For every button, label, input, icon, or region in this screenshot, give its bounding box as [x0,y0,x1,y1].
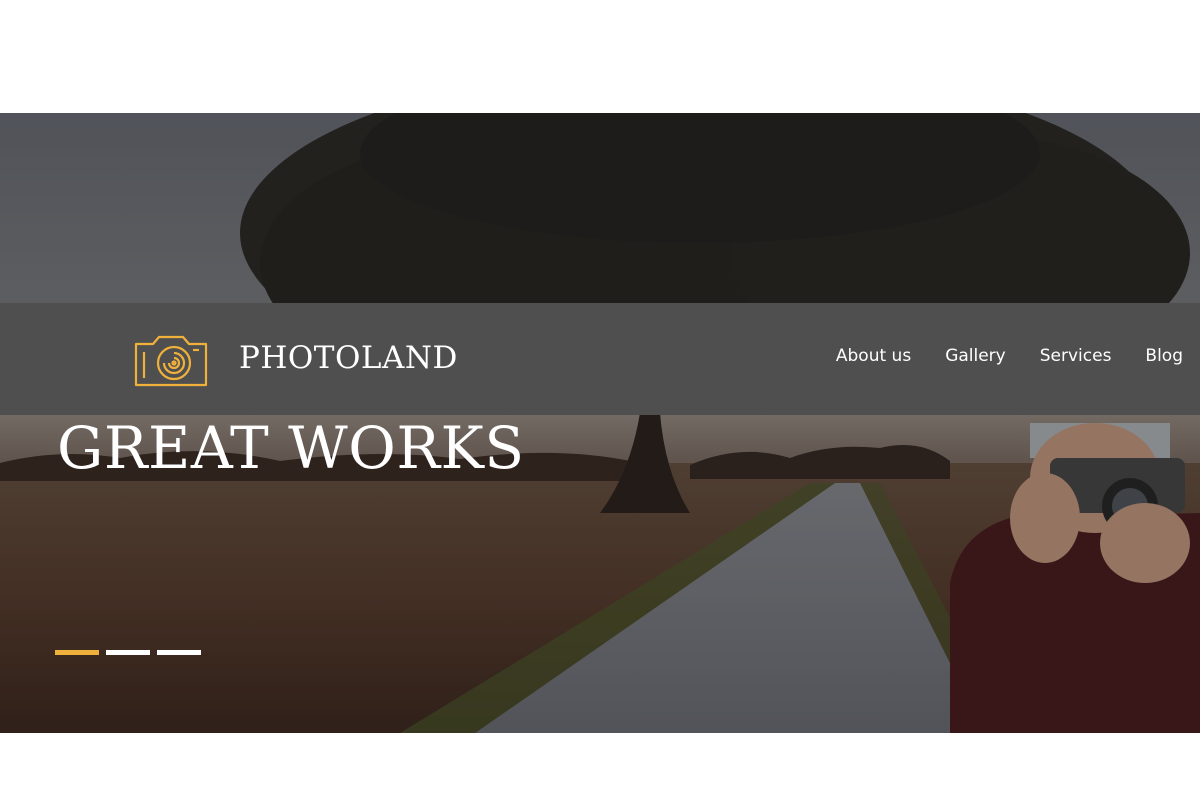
slider-indicator-2[interactable] [106,650,150,655]
slider-indicator-1[interactable] [55,650,99,655]
main-nav: About us Gallery Services Blog [802,346,1183,366]
page: GREAT WORKS PHOTOLAND About us Gallery S… [0,0,1200,802]
nav-item-gallery[interactable]: Gallery [945,346,1006,366]
slider-indicators [55,650,208,655]
hero-banner: GREAT WORKS [0,113,1200,733]
brand-name[interactable]: PHOTOLAND [239,340,458,376]
slider-indicator-3[interactable] [157,650,201,655]
hero-headline: GREAT WORKS [57,414,525,482]
nav-item-services[interactable]: Services [1040,346,1112,366]
top-navbar: PHOTOLAND About us Gallery Services Blog [0,303,1200,415]
nav-item-blog[interactable]: Blog [1145,346,1183,366]
camera-icon[interactable] [133,334,209,388]
nav-item-about-us[interactable]: About us [836,346,911,366]
